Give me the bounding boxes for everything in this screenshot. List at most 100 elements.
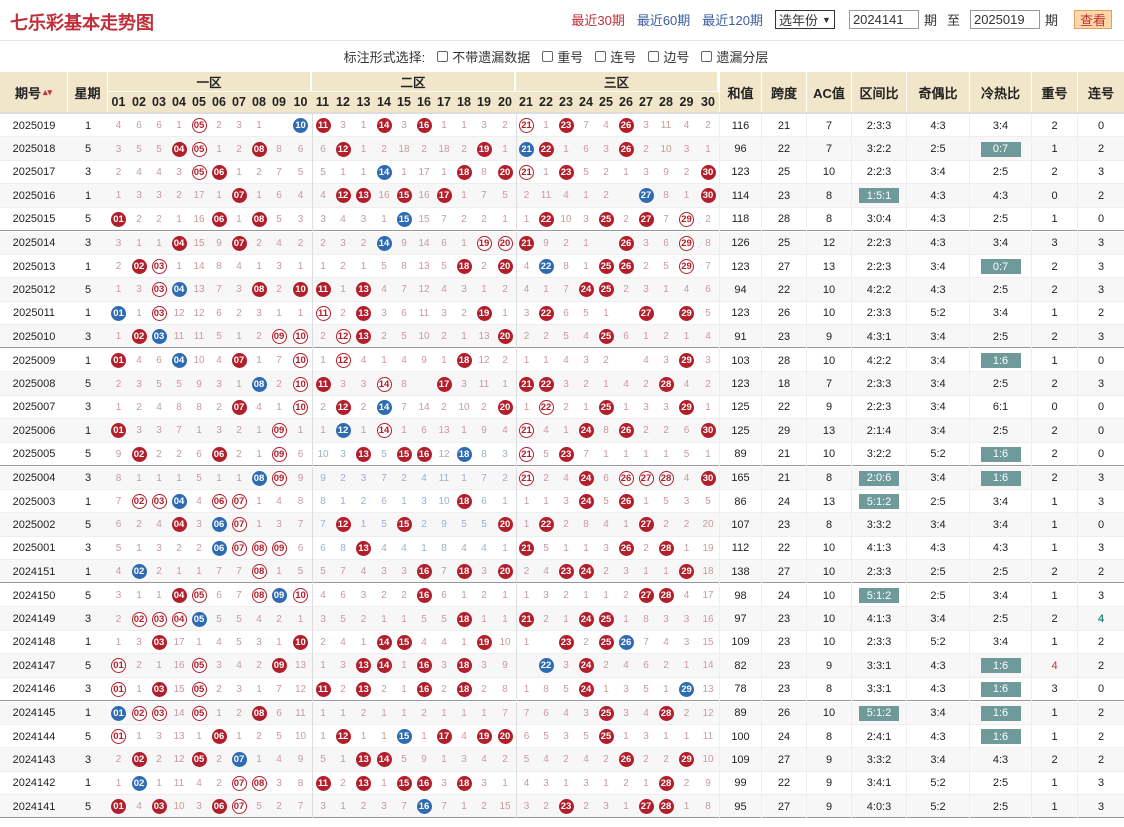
checkbox-icon[interactable] — [648, 50, 660, 62]
drawn-number-ball: 10 — [293, 376, 308, 392]
option-miss-layer[interactable]: 遗漏分层 — [701, 47, 768, 66]
number-cell: 4 — [374, 537, 394, 560]
number-cell: 29 — [676, 560, 697, 583]
miss-count: 5 — [297, 566, 304, 578]
miss-count: 6 — [276, 190, 282, 202]
number-cell: 14 — [374, 631, 394, 654]
miss-count: 1 — [623, 731, 629, 743]
miss-count: 3 — [340, 120, 346, 132]
miss-count: 14 — [193, 261, 205, 273]
miss-count: 2 — [381, 331, 387, 343]
drawn-number-ball: 28 — [658, 588, 674, 604]
number-cell: 17 — [697, 584, 719, 607]
stat-cell: 3:3:2 — [851, 748, 906, 772]
number-cell: 11 — [474, 372, 494, 395]
query-button[interactable]: 查看 — [1073, 10, 1112, 29]
stat-cell: 3 — [1077, 372, 1124, 396]
number-cell: 23 — [556, 631, 576, 654]
number-cell: 4 — [353, 349, 374, 372]
drawn-number-ball: 03 — [151, 634, 167, 650]
miss-count: 2 — [663, 754, 669, 766]
number-cell: 1 — [229, 161, 249, 184]
stat-cell: 18 — [761, 372, 806, 396]
number-cell: 05 — [189, 678, 209, 701]
drawn-number-ball: 30 — [700, 423, 716, 439]
number-cell: 7 — [394, 795, 414, 818]
option-consecutive[interactable]: 连号 — [595, 47, 636, 66]
stat-cell: 9 — [806, 795, 851, 819]
stat-cell: 13 — [806, 489, 851, 514]
miss-count: 3 — [156, 190, 162, 202]
link-last-30[interactable]: 最近30期 — [571, 10, 624, 29]
number-cell: 8 — [434, 537, 454, 560]
number-cell: 23 — [556, 114, 576, 137]
drawn-number-ball: 26 — [618, 634, 634, 650]
miss-count: 1 — [276, 566, 282, 578]
link-last-60[interactable]: 最近60期 — [637, 10, 690, 29]
option-repeat[interactable]: 重号 — [542, 47, 583, 66]
from-period-input[interactable]: 2024141 — [848, 10, 919, 29]
stat-cell: 4:3 — [906, 677, 969, 701]
stat-cell: 1 — [1031, 489, 1077, 514]
sort-icon[interactable]: ▴▾ — [43, 87, 52, 98]
number-cell: 4 — [636, 702, 656, 725]
to-period-input[interactable]: 2025019 — [969, 10, 1040, 29]
miss-count: 4 — [461, 542, 467, 554]
number-cell: 2 — [333, 467, 353, 490]
miss-count: 1 — [543, 496, 549, 508]
number-cell: 12 — [333, 396, 353, 419]
miss-count: 3 — [441, 777, 447, 789]
period-header[interactable]: 期号 ▴▾ — [0, 72, 68, 112]
miss-count: 3 — [623, 566, 629, 578]
miss-count: 6 — [543, 707, 549, 719]
stat-cell: 27 — [761, 254, 806, 279]
number-cell: 15 — [394, 631, 414, 654]
checkbox-icon[interactable] — [542, 50, 554, 62]
miss-count: 4 — [216, 636, 222, 648]
option-no-miss[interactable]: 不带遗漏数据 — [437, 47, 530, 66]
stat-cell: 2 — [1031, 607, 1077, 631]
link-last-120[interactable]: 最近120期 — [702, 10, 763, 29]
number-cell: 1 — [149, 654, 169, 677]
option-edge[interactable]: 边号 — [648, 47, 689, 66]
number-cell: 2 — [269, 278, 289, 301]
number-cell: 07 — [229, 232, 249, 255]
number-cell: 1 — [249, 255, 269, 278]
weekday-cell: 1 — [84, 777, 92, 790]
number-cell: 12 — [697, 702, 719, 725]
miss-count: 4 — [236, 261, 242, 273]
stat-cell: 165 — [719, 466, 761, 490]
miss-count: 1 — [543, 166, 549, 178]
drawn-number-ball: 20 — [497, 729, 513, 745]
number-cell: 10 — [414, 325, 434, 348]
number-header: 12 — [333, 92, 353, 112]
miss-count: 1 — [340, 166, 346, 178]
number-cell: 4 — [149, 513, 169, 536]
number-cell: 3 — [474, 772, 494, 795]
miss-count: 1 — [481, 284, 487, 296]
number-cell: 4 — [353, 560, 374, 583]
number-cell: 1 — [129, 537, 149, 560]
number-header: 27 — [636, 92, 656, 112]
number-cell: 14 — [374, 419, 394, 442]
drawn-number-ball: 06 — [211, 446, 227, 462]
number-cell: 3 — [149, 184, 169, 207]
number-cell: 14 — [374, 372, 394, 395]
checkbox-icon[interactable] — [437, 50, 449, 62]
number-cell: 1 — [576, 184, 596, 207]
stat-cell: 103 — [719, 349, 761, 373]
checkbox-icon[interactable] — [701, 50, 713, 62]
number-cell: 10 — [289, 631, 312, 654]
year-select[interactable]: 选年份 ▼ — [775, 10, 835, 29]
miss-count: 1 — [360, 166, 367, 178]
stat-cell: 8 — [806, 184, 851, 208]
number-cell: 9 — [474, 419, 494, 442]
checkbox-icon[interactable] — [595, 50, 607, 62]
option-bar: 标注形式选择: 不带遗漏数据 重号 连号 边号 遗漏分层 — [0, 41, 1124, 71]
drawn-number-ball: 24 — [578, 494, 594, 510]
number-cell: 1 — [353, 419, 374, 442]
miss-count: 1 — [196, 425, 202, 437]
miss-count: 2 — [401, 472, 407, 484]
highlight-ratio-badge: 0:7 — [980, 259, 1021, 275]
number-cell: 1 — [333, 795, 353, 818]
